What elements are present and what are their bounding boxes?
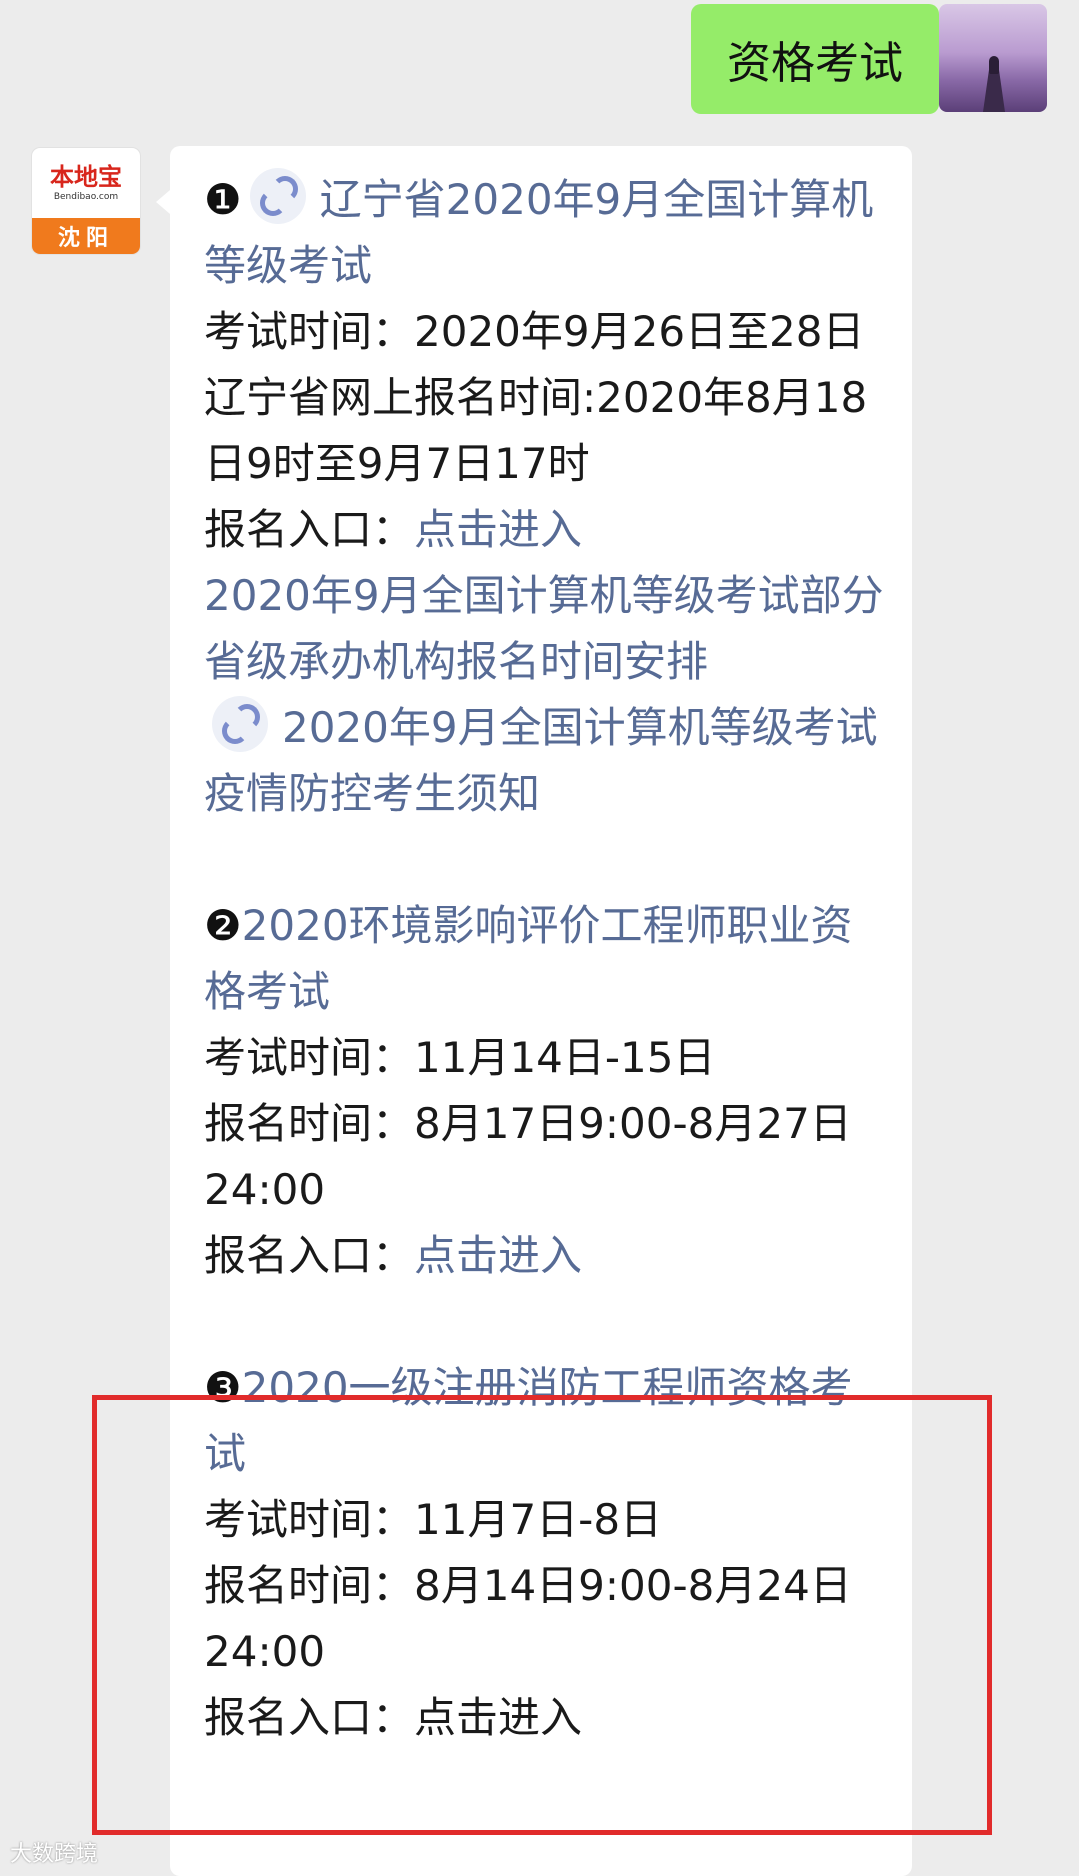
item-1-number: ❶: [204, 175, 242, 224]
item-2-entry-link[interactable]: 点击进入: [414, 1231, 582, 1280]
mini-program-link-icon: [249, 168, 306, 224]
item-1-entry-label: 报名入口：: [204, 505, 415, 554]
item-2-exam-time: 考试时间：11月14日-15日: [204, 1033, 716, 1082]
bot-logo-url: Bendibao.com: [53, 191, 119, 202]
item-1-entry: 报名入口：点击进入: [204, 497, 884, 563]
item-1-exam-time: 考试时间：2020年9月26日至28日: [204, 307, 865, 356]
bot-avatar[interactable]: 本地宝 Bendibao.com 沈阳: [32, 148, 140, 254]
bot-logo-text: 本地宝: [50, 162, 122, 191]
item-1-title-line: ❶ 辽宁省2020年9月全国计算机等级考试: [204, 167, 884, 299]
red-highlight-box: [92, 1395, 992, 1835]
user-avatar[interactable]: [939, 4, 1047, 112]
mini-program-link-icon: [212, 696, 268, 752]
outgoing-message-row: 资格考试: [0, 4, 1079, 116]
item-2-title-line: ❷2020环境影响评价工程师职业资格考试: [204, 893, 884, 1025]
item-1-entry-link[interactable]: 点击进入: [414, 505, 582, 554]
item-2-entry: 报名入口：点击进入: [204, 1223, 884, 1289]
item-2-number: ❷: [204, 901, 242, 950]
item-1-notice-link[interactable]: 2020年9月全国计算机等级考试疫情防控考生须知: [204, 703, 878, 818]
item-2-register-time: 报名时间：8月17日9:00-8月27日24:00: [204, 1099, 852, 1214]
bot-city-label: 沈阳: [32, 218, 140, 254]
avatar-figure-shape: [989, 56, 999, 74]
item-1-register-time: 辽宁省网上报名时间:2020年8月18日9时至9月7日17时: [204, 373, 868, 488]
outgoing-message-bubble[interactable]: 资格考试: [691, 4, 953, 114]
item-2-title-link[interactable]: 2020环境影响评价工程师职业资格考试: [204, 901, 853, 1016]
item-2-entry-label: 报名入口：: [204, 1231, 415, 1280]
watermark: 大数跨境: [10, 1842, 99, 1867]
item-1-notice-line: 2020年9月全国计算机等级考试疫情防控考生须知: [204, 695, 884, 827]
item-1-schedule-link[interactable]: 2020年9月全国计算机等级考试部分省级承办机构报名时间安排: [204, 563, 884, 695]
bot-logo: 本地宝 Bendibao.com: [32, 148, 140, 218]
